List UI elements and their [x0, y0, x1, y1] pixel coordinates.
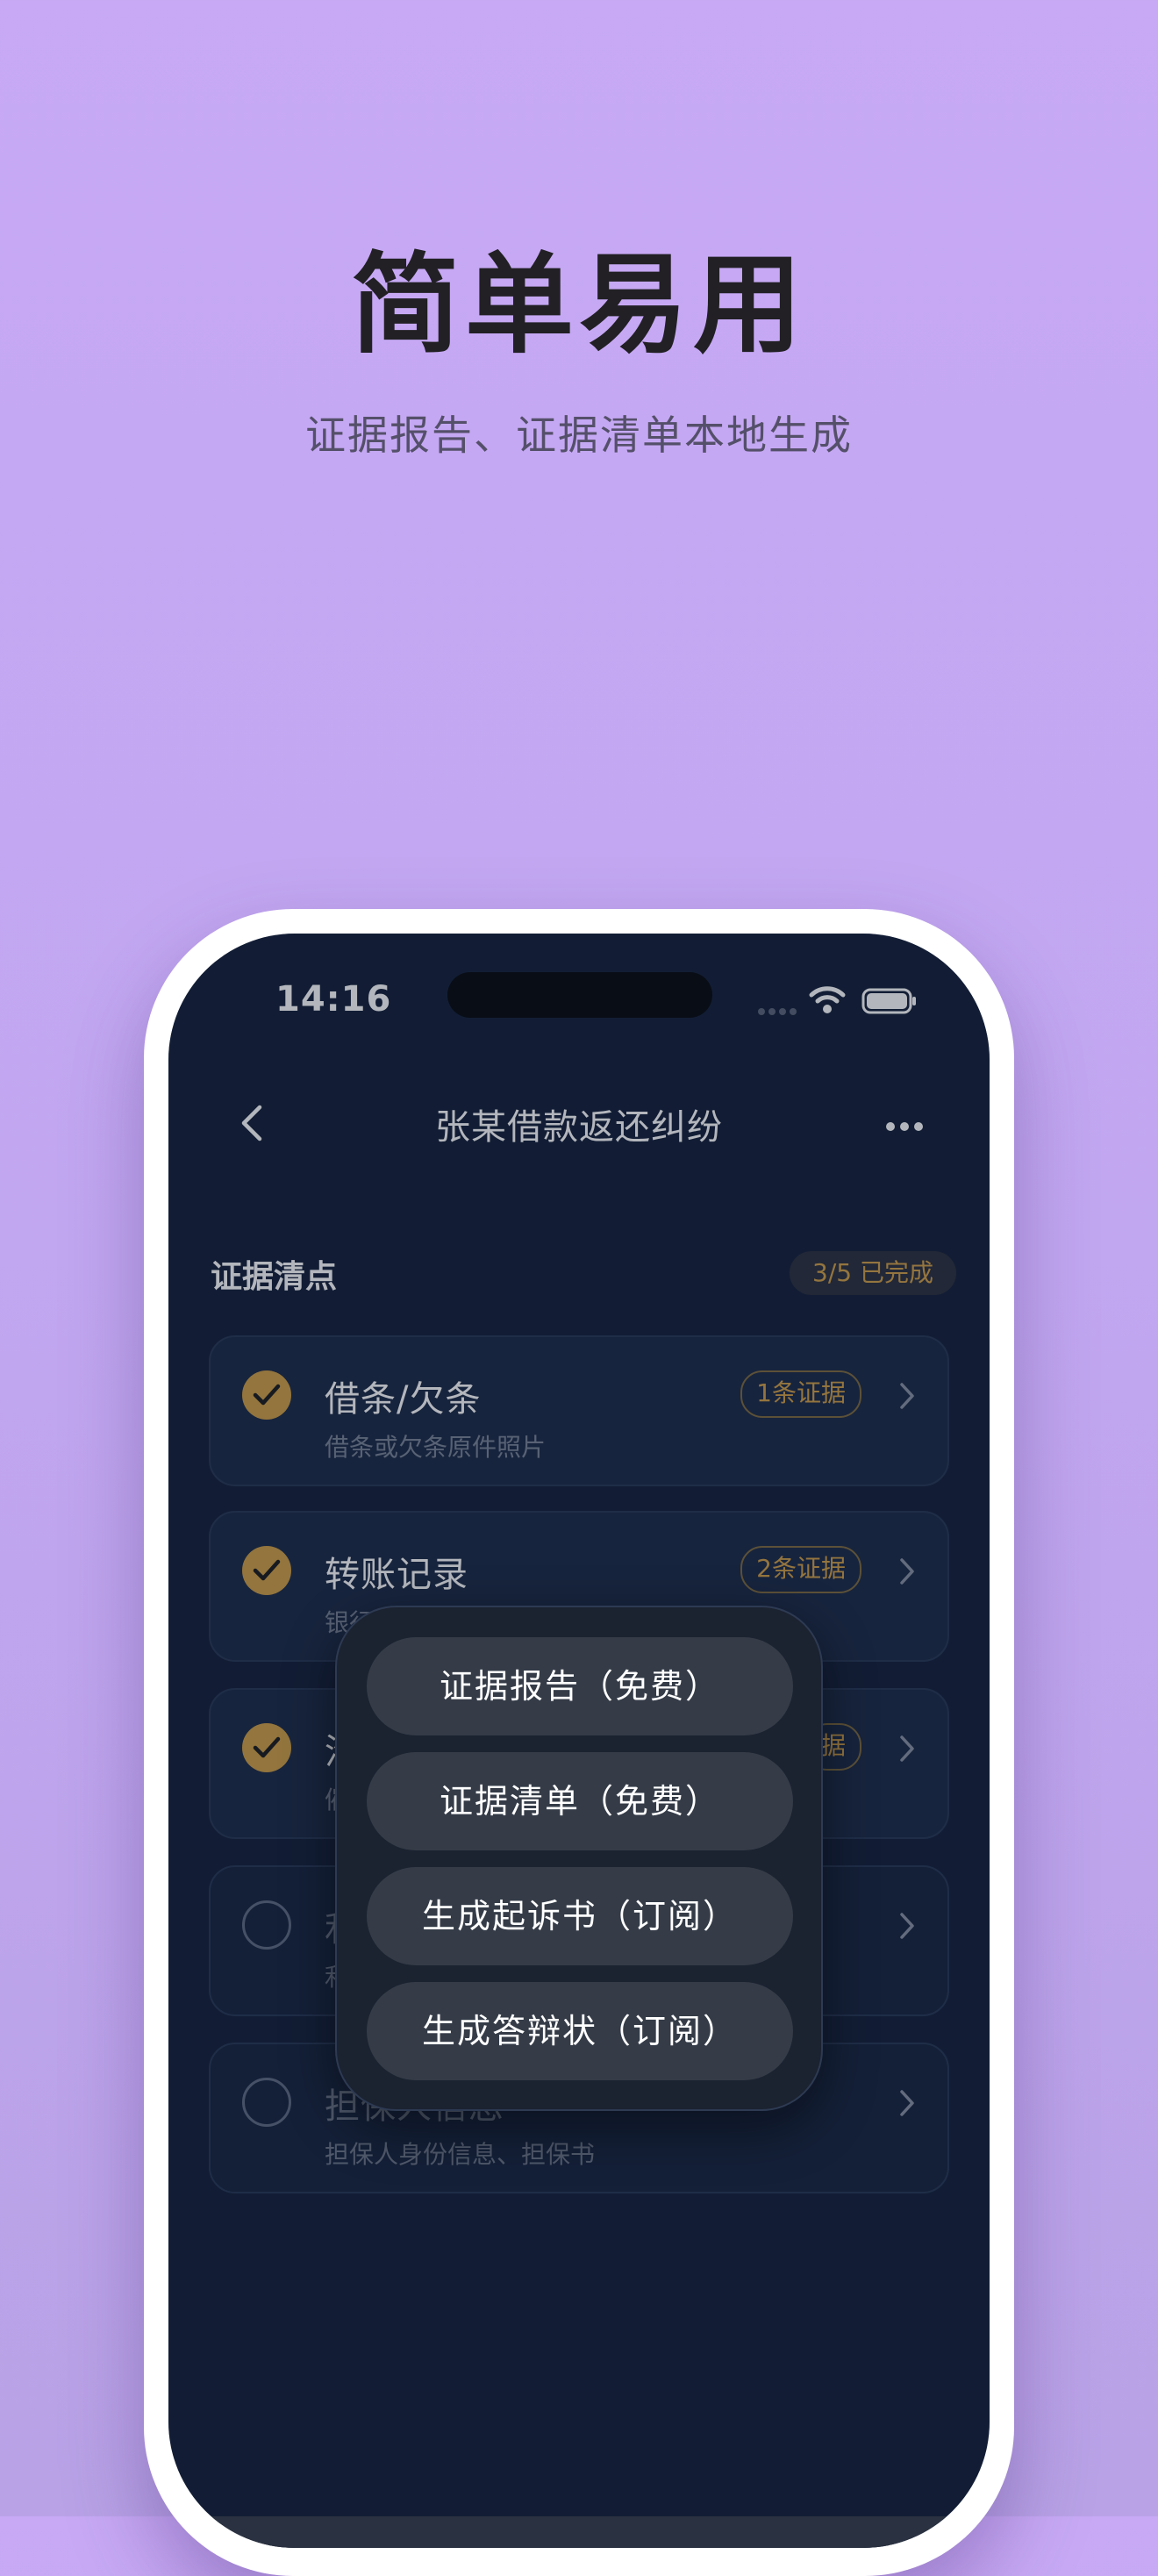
hero-subtitle: 证据报告、证据清单本地生成 — [305, 411, 853, 459]
generate-complaint-button[interactable]: 生成起诉书（订阅） — [367, 1867, 793, 1965]
hero-title: 简单易用 — [350, 242, 807, 369]
evidence-report-button[interactable]: 证据报告（免费） — [367, 1637, 793, 1735]
phone-screen: 14:16 张某借款返还纠纷 证据清点 3/5 已完成 借条/欠条 借条或欠条原… — [168, 934, 990, 2548]
bottom-bar — [168, 2516, 990, 2548]
generate-defense-button[interactable]: 生成答辩状（订阅） — [367, 1982, 793, 2080]
evidence-list-button[interactable]: 证据清单（免费） — [367, 1752, 793, 1850]
action-popup: 证据报告（免费） 证据清单（免费） 生成起诉书（订阅） 生成答辩状（订阅） — [335, 1606, 823, 2111]
